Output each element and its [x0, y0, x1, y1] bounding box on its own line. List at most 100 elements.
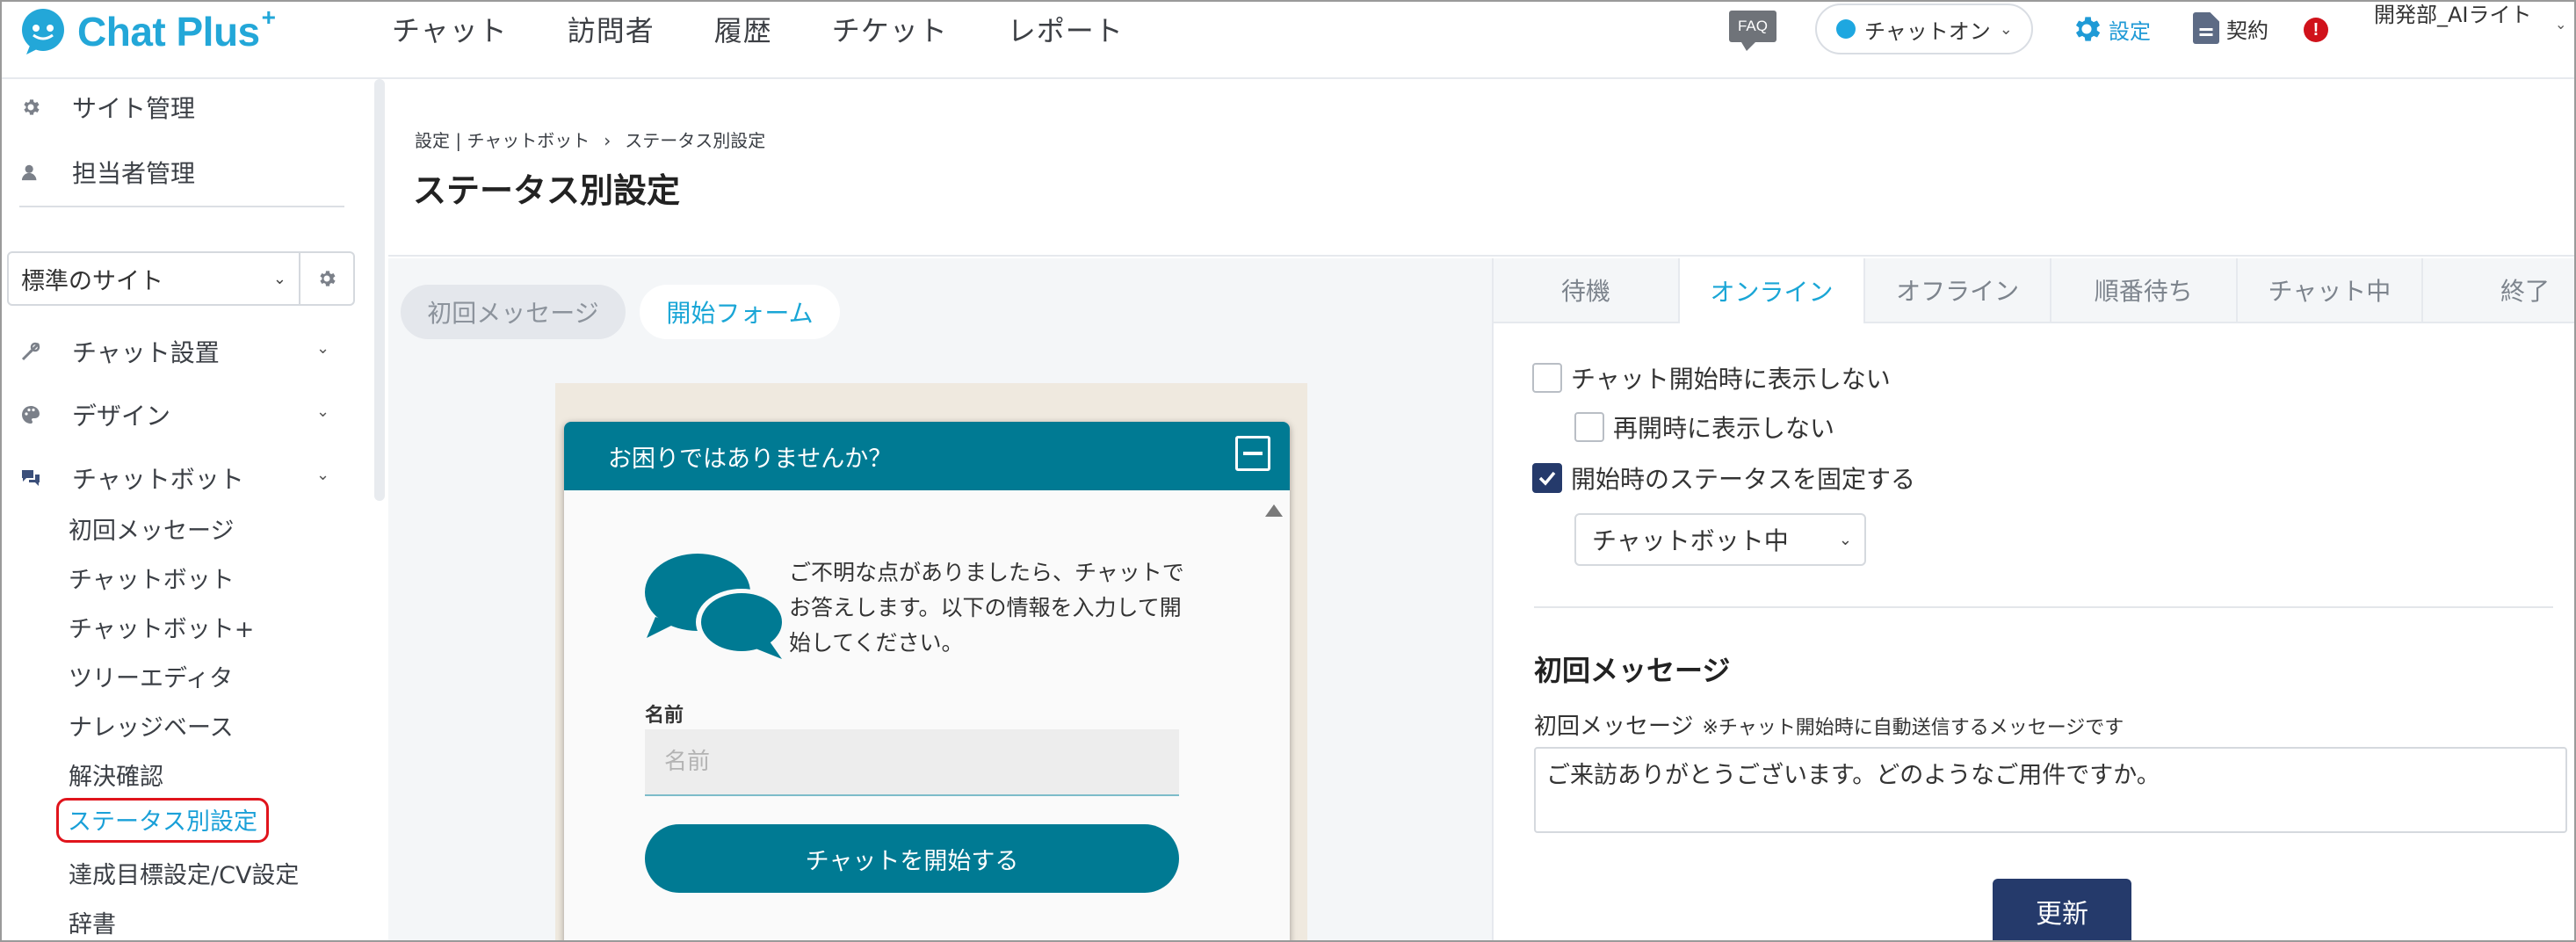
breadcrumb-separator: ›	[604, 130, 611, 151]
tab-standby[interactable]: 待機	[1494, 258, 1680, 322]
chevron-down-icon[interactable]: ⌄	[316, 466, 329, 484]
sidebar-item-design[interactable]: デザイン	[19, 397, 170, 432]
chat-bubble-logo-icon	[22, 9, 64, 54]
sidebar-subitem-knowledge-base[interactable]: ナレッジベース	[69, 708, 234, 743]
gear-icon	[320, 271, 336, 286]
breadcrumb: 設定 | チャットボット › ステータス別設定	[415, 127, 765, 152]
contract-link[interactable]: 契約	[2193, 12, 2268, 44]
logo-text: Chat Plus	[77, 9, 260, 54]
fixed-status-value: チャットボット中	[1592, 526, 1789, 555]
document-icon	[2193, 12, 2219, 44]
field-label-text: 初回メッセージ	[1534, 714, 1694, 740]
chat-status-dropdown[interactable]: チャットオン ⌄	[1815, 4, 2033, 54]
field-label-first-message: 初回メッセージ ※チャット開始時に自動送信するメッセージです	[1534, 708, 2124, 741]
breadcrumb-parent[interactable]: 設定 | チャットボット	[415, 130, 590, 151]
gear-small-icon	[19, 96, 42, 119]
option-label: チャット開始時に表示しない	[1571, 365, 1891, 394]
tab-queue[interactable]: 順番待ち	[2051, 258, 2238, 322]
widget-title: お困りではありませんか？	[608, 445, 893, 473]
status-dot-icon	[1836, 19, 1856, 39]
sidebar-label: サイト管理	[72, 94, 196, 123]
page-header: 設定 | チャットボット › ステータス別設定 ステータス別設定	[388, 79, 2574, 257]
update-button[interactable]: 更新	[1993, 879, 2131, 940]
option-label: 開始時のステータスを固定する	[1571, 465, 1916, 494]
preview-pane: 初回メッセージ 開始フォーム お困りではありませんか？ ご不明な点がありましたら…	[388, 258, 1492, 940]
chevron-down-icon[interactable]: ⌄	[316, 402, 329, 421]
sidebar-subitem-dictionary[interactable]: 辞書	[69, 905, 116, 939]
chat-status-label: チャットオン	[1864, 18, 1991, 44]
settings-link[interactable]: 設定	[2070, 12, 2151, 46]
welcome-message: ご不明な点がありましたら、チャットでお答えします。以下の情報を入力して開始してく…	[789, 560, 1184, 656]
app-window: Chat Plus + チャット 訪問者 履歴 チケット レポート FAQ チャ…	[0, 0, 2576, 942]
tab-online[interactable]: オンライン	[1679, 258, 1866, 323]
tab-offline[interactable]: オフライン	[1865, 258, 2051, 322]
page-title: ステータス別設定	[413, 171, 681, 210]
checkbox-fix-status[interactable]	[1532, 463, 1562, 493]
start-chat-button[interactable]: チャットを開始する	[645, 824, 1179, 893]
sidebar-item-chatbot[interactable]: チャットボット	[19, 460, 244, 496]
top-nav: チャット 訪問者 履歴 チケット レポート	[392, 9, 1183, 49]
tools-icon	[19, 340, 42, 363]
minimize-icon[interactable]	[1235, 436, 1270, 471]
preview-tab-first-message[interactable]: 初回メッセージ	[401, 285, 626, 339]
sidebar-subitem-resolution-check[interactable]: 解決確認	[69, 757, 163, 792]
breadcrumb-current: ステータス別設定	[625, 130, 766, 151]
option-hide-on-start[interactable]: チャット開始時に表示しない	[1532, 360, 1891, 395]
section-divider	[1534, 606, 2553, 608]
top-header: Chat Plus + チャット 訪問者 履歴 チケット レポート FAQ チャ…	[2, 2, 2574, 79]
chevron-down-icon[interactable]: ⌄	[316, 339, 329, 358]
sidebar-subitem-status-settings[interactable]: ステータス別設定	[56, 798, 269, 843]
sidebar-subitem-chatbot-plus[interactable]: チャットボット+	[69, 610, 254, 644]
chat-bubbles-illustration-icon	[645, 554, 787, 659]
tab-chatting[interactable]: チャット中	[2238, 258, 2424, 322]
scroll-up-arrow-icon[interactable]	[1265, 504, 1283, 517]
checkmark-icon	[1538, 471, 1556, 486]
faq-button[interactable]: FAQ	[1729, 11, 1776, 51]
sidebar-item-site-admin[interactable]: サイト管理	[19, 90, 195, 125]
checkbox-hide-on-restart[interactable]	[1574, 412, 1604, 442]
first-message-textarea[interactable]: ご来訪ありがとうございます。どのようなご用件ですか。	[1534, 747, 2567, 833]
tab-ended[interactable]: 終了	[2423, 258, 2574, 322]
name-label: 名前	[645, 705, 684, 727]
field-note: ※チャット開始時に自動送信するメッセージです	[1702, 717, 2124, 739]
widget-header: お困りではありませんか？	[564, 422, 1290, 490]
site-settings-button[interactable]	[300, 251, 355, 306]
site-select[interactable]: 標準のサイト ⌄	[7, 251, 300, 306]
account-menu[interactable]: 開発部_AIライト	[2374, 2, 2550, 28]
nav-chat[interactable]: チャット	[392, 9, 508, 49]
sidebar-subitem-chatbot[interactable]: チャットボット	[69, 561, 235, 595]
option-label: 再開時に表示しない	[1613, 414, 1835, 443]
nav-history[interactable]: 履歴	[714, 9, 772, 49]
contract-label: 契約	[2226, 18, 2268, 43]
account-chevron-down-icon[interactable]: ⌄	[2555, 16, 2566, 33]
sidebar-scrollbar[interactable]	[374, 79, 385, 501]
chat-bubbles-icon	[19, 467, 42, 489]
sidebar-subitem-tree-editor[interactable]: ツリーエディタ	[69, 659, 233, 693]
chevron-down-icon: ⌄	[1999, 19, 2013, 39]
fixed-status-select[interactable]: チャットボット中 ⌄	[1574, 513, 1866, 566]
alert-icon[interactable]: !	[2304, 18, 2328, 42]
logo[interactable]: Chat Plus +	[18, 4, 277, 58]
status-tabs: 待機 オンライン オフライン 順番待ち チャット中 終了	[1494, 258, 2574, 323]
sidebar-label: チャットボット	[72, 465, 244, 494]
sidebar: サイト管理 担当者管理 標準のサイト ⌄ チャット設置 ⌄ デザイン ⌄ チャッ…	[2, 79, 371, 940]
chevron-down-icon: ⌄	[272, 269, 286, 288]
nav-reports[interactable]: レポート	[1008, 9, 1124, 49]
site-select-value: 標準のサイト	[21, 267, 163, 295]
sidebar-item-chat-setup[interactable]: チャット設置	[19, 334, 220, 369]
checkbox-hide-on-start[interactable]	[1532, 363, 1562, 393]
preview-tab-start-form[interactable]: 開始フォーム	[640, 285, 840, 339]
sidebar-label: 担当者管理	[72, 159, 196, 188]
gear-icon	[2075, 17, 2101, 41]
option-hide-on-restart[interactable]: 再開時に表示しない	[1574, 409, 1834, 445]
nav-visitors[interactable]: 訪問者	[568, 9, 655, 49]
sidebar-subitem-first-message[interactable]: 初回メッセージ	[69, 511, 234, 546]
name-input[interactable]	[645, 729, 1179, 796]
option-fix-status[interactable]: 開始時のステータスを固定する	[1532, 460, 1915, 496]
sidebar-label: デザイン	[72, 402, 171, 431]
settings-pane: 待機 オンライン オフライン 順番待ち チャット中 終了 チャット開始時に表示し…	[1492, 258, 2574, 940]
sidebar-item-staff-admin[interactable]: 担当者管理	[19, 155, 195, 190]
logo-plus: +	[261, 4, 277, 31]
sidebar-subitem-goal-settings[interactable]: 達成目標設定/CV設定	[69, 856, 299, 890]
nav-tickets[interactable]: チケット	[832, 9, 948, 49]
